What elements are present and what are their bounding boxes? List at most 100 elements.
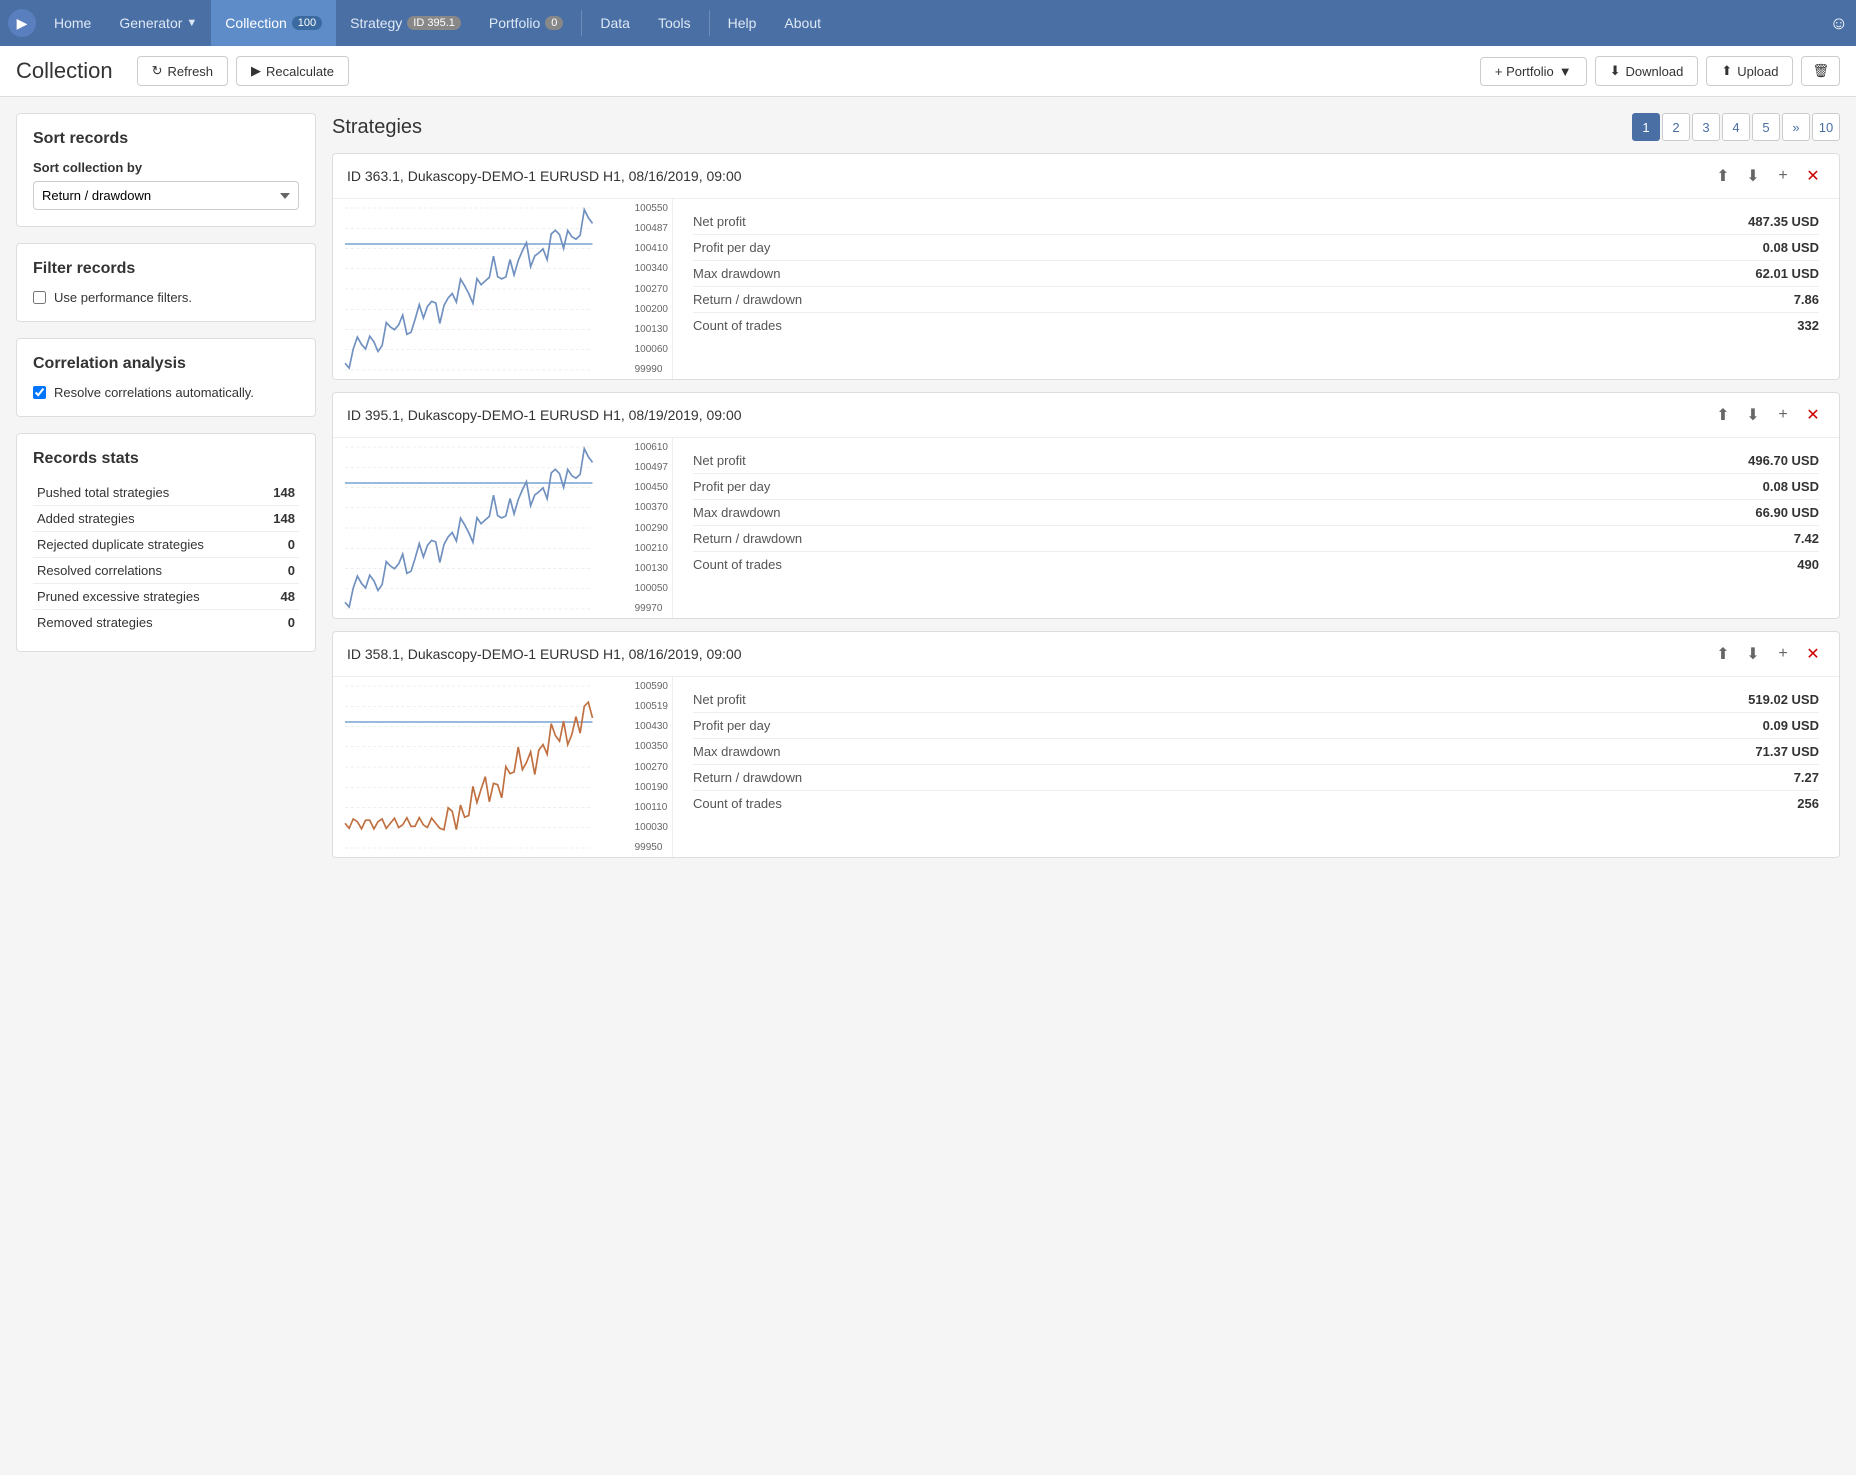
stat-label: Pruned excessive strategies [33,584,260,610]
stat-value: 7.86 [1794,292,1819,307]
stat-label: Max drawdown [693,266,780,281]
page-button[interactable]: 2 [1662,113,1690,141]
nav-collection[interactable]: Collection 100 [211,0,336,46]
chart-label: 100590 [635,681,668,692]
stat-row: Resolved correlations0 [33,558,299,584]
nav-generator[interactable]: Generator ▼ [105,0,211,46]
download-button[interactable]: ⬇ Download [1595,56,1699,86]
stat-row: Return / drawdown 7.86 [693,287,1819,313]
filter-checkbox[interactable] [33,291,46,304]
remove-button[interactable]: ✕ [1801,403,1825,427]
add-button[interactable]: + [1771,164,1795,188]
chart-label: 99950 [635,842,668,853]
stat-row: Max drawdown 66.90 USD [693,500,1819,526]
upload-button[interactable]: ⬆ Upload [1706,56,1793,86]
home-icon[interactable]: ▶ [8,9,36,37]
nav-data[interactable]: Data [586,0,644,46]
push-up-button[interactable]: ⬆ [1711,164,1735,188]
stat-label: Count of trades [693,796,782,811]
page-button[interactable]: 4 [1722,113,1750,141]
nav-home[interactable]: Home [40,0,105,46]
strategy-body: 1006101004971004501003701002901002101001… [333,438,1839,618]
add-button[interactable]: + [1771,642,1795,666]
download-icon: ⬇ [1610,63,1621,79]
pagination: 12345»10 [1632,113,1840,141]
push-up-button[interactable]: ⬆ [1711,642,1735,666]
chart-label: 99990 [635,364,668,375]
chart-label: 100487 [635,223,668,234]
content-title: Strategies [332,116,422,139]
chart-label: 100450 [635,482,668,493]
chart-area: 1006101004971004501003701002901002101001… [333,438,673,618]
sort-label: Sort collection by [33,160,299,175]
stat-value: 332 [1797,318,1819,333]
stat-label: Rejected duplicate strategies [33,532,260,558]
sort-title: Sort records [33,130,299,148]
stats-title: Records stats [33,450,299,468]
collection-badge: 100 [292,16,322,30]
nav-strategy[interactable]: Strategy ID 395.1 [336,0,475,46]
stat-row: Net profit 496.70 USD [693,448,1819,474]
chart-label: 100610 [635,442,668,453]
push-up-button[interactable]: ⬆ [1711,403,1735,427]
stat-row: Pushed total strategies148 [33,480,299,506]
strategy-body: 1005901005191004301003501002701001901001… [333,677,1839,857]
remove-button[interactable]: ✕ [1801,642,1825,666]
chart-label: 100370 [635,502,668,513]
stat-label: Profit per day [693,240,770,255]
correlation-checkbox-row[interactable]: Resolve correlations automatically. [33,385,299,400]
stat-row: Return / drawdown 7.27 [693,765,1819,791]
page-title: Collection [16,58,113,84]
stats-area: Net profit 519.02 USD Profit per day 0.0… [673,677,1839,857]
chart-label: 100340 [635,263,668,274]
stat-label: Profit per day [693,479,770,494]
chart-label: 100350 [635,741,668,752]
chart-label: 100210 [635,543,668,554]
portfolio-badge: 0 [545,16,563,30]
nav-tools[interactable]: Tools [644,0,705,46]
stat-label: Net profit [693,453,746,468]
correlation-title: Correlation analysis [33,355,299,373]
stat-row: Count of trades 332 [693,313,1819,338]
chart-label: 100290 [635,523,668,534]
strategy-card: ID 395.1, Dukascopy-DEMO-1 EURUSD H1, 08… [332,392,1840,619]
add-button[interactable]: + [1771,403,1795,427]
nav-help[interactable]: Help [714,0,771,46]
sort-select[interactable]: Return / drawdown [33,181,299,210]
delete-button[interactable]: 🗑 [1801,56,1840,86]
page-button[interactable]: 3 [1692,113,1720,141]
nav-portfolio[interactable]: Portfolio 0 [475,0,577,46]
refresh-button[interactable]: ↻ Refresh [137,56,228,86]
correlation-checkbox[interactable] [33,386,46,399]
stat-value: 487.35 USD [1748,214,1819,229]
chart-label: 100190 [635,782,668,793]
push-down-button[interactable]: ⬇ [1741,642,1765,666]
sort-section: Sort records Sort collection by Return /… [16,113,316,227]
push-down-button[interactable]: ⬇ [1741,164,1765,188]
recalculate-button[interactable]: ▶ Recalculate [236,56,349,86]
content-header: Strategies 12345»10 [332,113,1840,141]
strategy-actions: ⬆ ⬇ + ✕ [1711,403,1825,427]
strategy-title: ID 395.1, Dukascopy-DEMO-1 EURUSD H1, 08… [347,407,742,423]
page-button[interactable]: 5 [1752,113,1780,141]
stat-row: Net profit 487.35 USD [693,209,1819,235]
stat-row: Profit per day 0.09 USD [693,713,1819,739]
stat-value: 0 [260,532,299,558]
stat-value: 148 [260,480,299,506]
chart-area: 1005501004871004101003401002701002001001… [333,199,673,379]
trash-icon: 🗑 [1812,63,1829,79]
stats-section: Records stats Pushed total strategies148… [16,433,316,652]
nav-about[interactable]: About [770,0,835,46]
stat-label: Count of trades [693,318,782,333]
page-button[interactable]: 1 [1632,113,1660,141]
push-down-button[interactable]: ⬇ [1741,403,1765,427]
strategy-header: ID 358.1, Dukascopy-DEMO-1 EURUSD H1, 08… [333,632,1839,677]
portfolio-button[interactable]: + Portfolio ▼ [1480,57,1587,86]
filter-checkbox-row[interactable]: Use performance filters. [33,290,299,305]
nav-separator2 [709,10,710,36]
page-button[interactable]: » [1782,113,1810,141]
remove-button[interactable]: ✕ [1801,164,1825,188]
page-button[interactable]: 10 [1812,113,1840,141]
stat-value: 148 [260,506,299,532]
user-icon[interactable]: ☺ [1830,13,1848,34]
